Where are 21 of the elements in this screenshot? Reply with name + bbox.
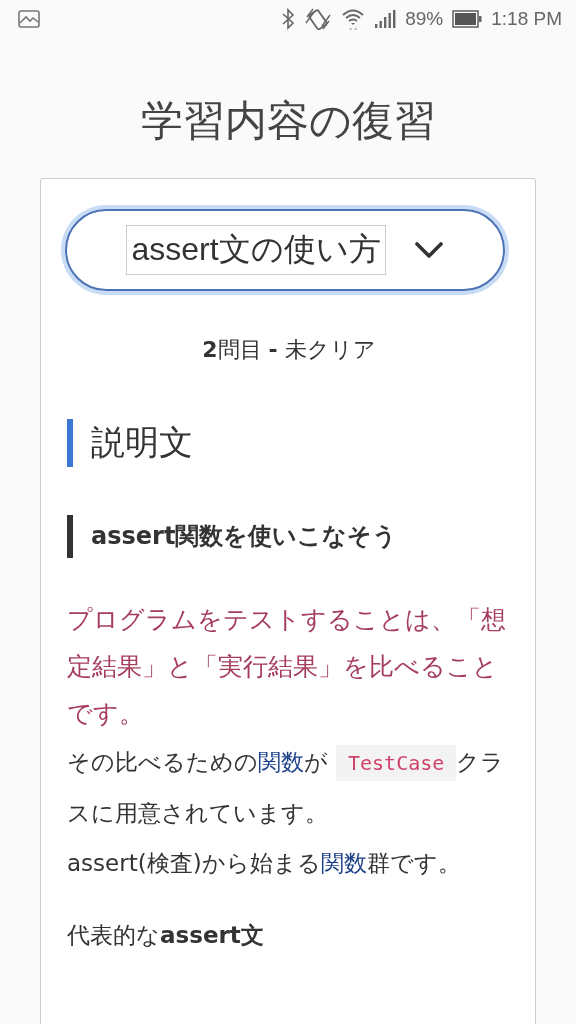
bluetooth-icon [281, 8, 296, 30]
image-icon [18, 10, 40, 28]
list-heading: 代表的なassert文 [67, 921, 265, 951]
vibrate-icon [304, 7, 333, 31]
battery-percent: 89% [405, 8, 444, 30]
sub-heading: assert関数を使いこなそう [67, 515, 511, 559]
chevron-down-icon [413, 241, 444, 260]
body-text: assert(検査)から始まる 関数群です。 [67, 849, 462, 879]
status-time: 1:18 PM [491, 8, 562, 30]
highlight-paragraph: プログラムをテストすることは、「想定結果」と「実行結果」を比べることです。 [67, 604, 507, 731]
inline-code: TestCase [336, 745, 457, 782]
body-text: その比べるための関数が TestCase クラスに用意されています。 [67, 737, 511, 839]
battery-icon [452, 10, 483, 28]
section-heading: 説明文 [67, 419, 511, 467]
progress-text: 2問目 - 未クリア [201, 336, 377, 365]
term-link[interactable]: 関数 [258, 749, 304, 776]
select-value: assert文の使い方 [126, 225, 386, 276]
term-link[interactable]: 関数 [320, 850, 367, 877]
wifi-icon [341, 8, 366, 30]
page-title: 学習内容の復習 [139, 96, 437, 147]
signal-icon [374, 9, 397, 29]
